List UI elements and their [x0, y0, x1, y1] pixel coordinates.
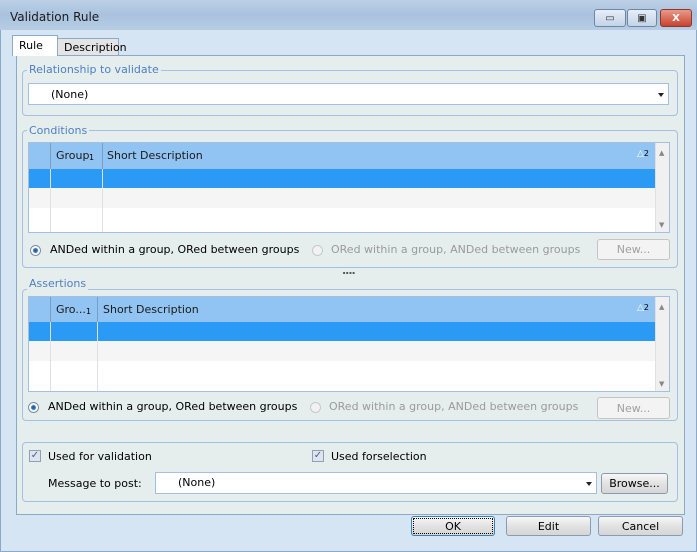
- assertions-scrollbar[interactable]: ▲ ▼: [655, 297, 669, 391]
- conditions-or-label[interactable]: ORed within a group, ANDed between group…: [331, 243, 580, 256]
- edit-button[interactable]: Edit: [506, 516, 591, 536]
- tab-label: Rule: [19, 39, 43, 52]
- close-button[interactable]: X: [660, 9, 692, 27]
- table-row[interactable]: [29, 169, 655, 188]
- conditions-label: Conditions: [27, 124, 90, 137]
- scroll-up-icon[interactable]: ▲: [659, 149, 664, 157]
- conditions-or-radio[interactable]: [312, 245, 323, 256]
- message-label: Message to post:: [48, 477, 142, 490]
- used-for-validation-label[interactable]: Used for validation: [48, 450, 152, 463]
- table-row[interactable]: [29, 341, 655, 361]
- browse-button[interactable]: Browse...: [601, 473, 668, 494]
- close-icon: X: [672, 12, 680, 24]
- sort-indicator: △2: [637, 149, 650, 159]
- assertions-or-radio[interactable]: [310, 402, 321, 413]
- message-combo[interactable]: (None): [155, 472, 597, 494]
- conditions-grid[interactable]: Group 1 Short Description △2 ▲ ▼: [28, 142, 670, 233]
- scroll-down-icon[interactable]: ▼: [659, 380, 664, 388]
- tab-label: Description: [64, 41, 127, 54]
- chevron-down-icon[interactable]: [658, 93, 664, 97]
- used-for-validation-checkbox[interactable]: ✓: [29, 450, 41, 462]
- column-header-short-description[interactable]: Short Description: [103, 303, 199, 316]
- sort-indicator: △2: [637, 303, 650, 313]
- relationship-label: Relationship to validate: [27, 63, 161, 76]
- used-for-selection-label[interactable]: Used forselection: [331, 450, 427, 463]
- relationship-value: (None): [51, 88, 89, 101]
- window-title: Validation Rule: [10, 10, 100, 24]
- tab-rule[interactable]: Rule: [12, 35, 58, 56]
- minimize-button[interactable]: ▭: [594, 9, 626, 27]
- assertions-label: Assertions: [27, 277, 89, 290]
- assertions-and-radio[interactable]: [28, 402, 39, 413]
- sort-indicator: 1: [86, 307, 92, 316]
- relationship-combo[interactable]: (None): [28, 83, 669, 105]
- conditions-and-label[interactable]: ANDed within a group, ORed between group…: [50, 243, 299, 256]
- title-bar[interactable]: [0, 0, 697, 30]
- table-row[interactable]: [29, 322, 655, 341]
- column-header-group[interactable]: Gro...: [56, 303, 86, 316]
- assertions-and-label[interactable]: ANDed within a group, ORed between group…: [48, 400, 297, 413]
- used-for-selection-checkbox[interactable]: ✓: [312, 450, 324, 462]
- message-value: (None): [178, 476, 216, 489]
- column-header-short-description[interactable]: Short Description: [107, 149, 203, 162]
- splitter-handle[interactable]: ....: [342, 264, 356, 277]
- assertions-grid[interactable]: Gro... 1 Short Description △2 ▲ ▼: [28, 296, 670, 392]
- table-row[interactable]: [29, 188, 655, 208]
- restore-icon: ▣: [637, 12, 647, 24]
- cancel-button[interactable]: Cancel: [598, 516, 683, 536]
- restore-button[interactable]: ▣: [627, 9, 657, 27]
- conditions-and-radio[interactable]: [30, 245, 41, 256]
- minimize-icon: ▭: [605, 12, 615, 24]
- tab-description[interactable]: Description: [57, 38, 127, 56]
- ok-button[interactable]: OK: [411, 516, 495, 536]
- conditions-new-button[interactable]: New...: [597, 239, 670, 260]
- chevron-down-icon[interactable]: [586, 482, 592, 486]
- sort-indicator: 1: [89, 153, 95, 162]
- assertions-new-button[interactable]: New...: [597, 397, 670, 419]
- scroll-up-icon[interactable]: ▲: [659, 303, 664, 311]
- assertions-or-label[interactable]: ORed within a group, ANDed between group…: [329, 400, 578, 413]
- column-header-group[interactable]: Group: [56, 149, 90, 162]
- scroll-down-icon[interactable]: ▼: [659, 221, 664, 229]
- conditions-scrollbar[interactable]: ▲ ▼: [655, 143, 669, 232]
